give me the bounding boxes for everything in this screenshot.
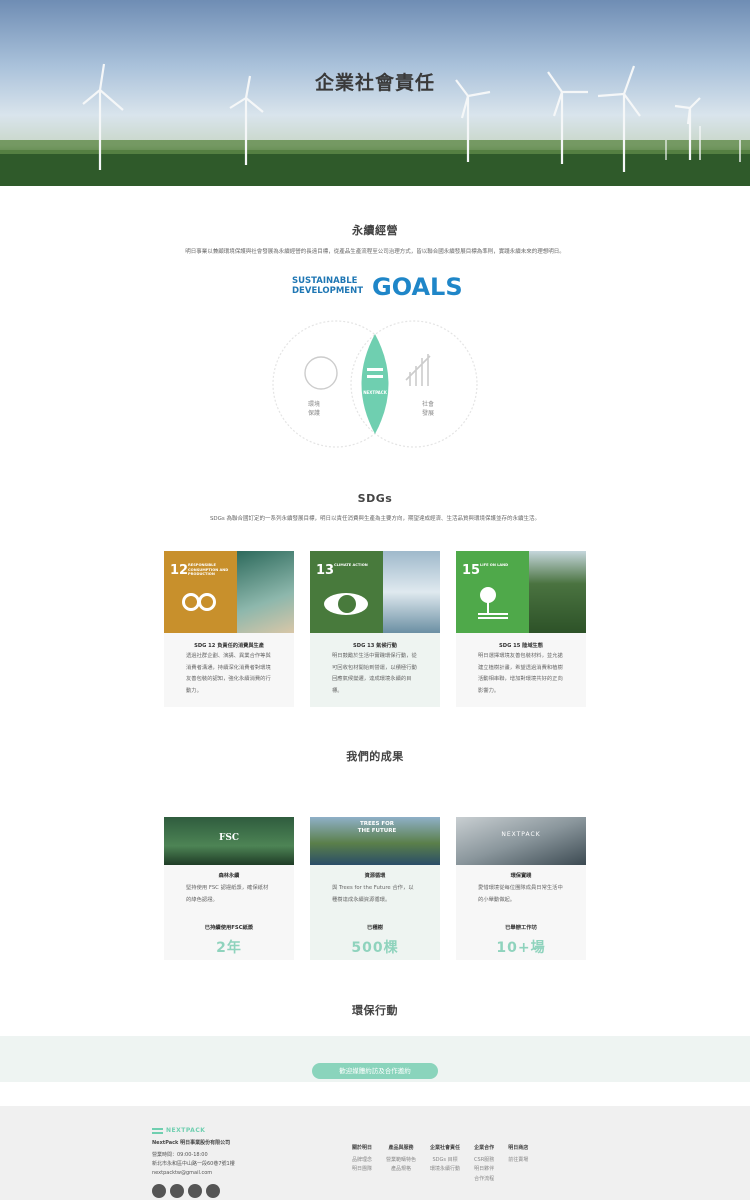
section-title-sustain: 永續經營	[352, 224, 398, 237]
fsc-photo: FSC	[164, 817, 294, 865]
sdg-card[interactable]: 12 Responsible consumption and productio…	[164, 551, 294, 707]
result-card[interactable]: FSC 森林永續 堅持使用 FSC 認證紙漿，確保紙材的綠色認證。 已持續使用F…	[164, 817, 294, 960]
sdg13-tile: 13 Climate action	[310, 551, 383, 633]
result-text: 堅持使用 FSC 認證紙漿，確保紙材的綠色認證。	[186, 885, 269, 903]
results-section: 我們的成果	[0, 748, 750, 764]
result-text: 與 Trees for the Future 合作，以種樹達成永續資源循環。	[332, 885, 414, 903]
result-label: 已持續使用FSC紙漿	[204, 925, 254, 931]
result-title: 資源循環	[364, 873, 386, 879]
card-title: SDG 13 氣候行動	[353, 643, 397, 649]
goals-word: GOALS	[372, 273, 463, 301]
footer-logo[interactable]: NEXTPACK	[152, 1126, 235, 1135]
footer-hours: 營業時間：09:00-18:00	[152, 1152, 208, 1158]
infinity-icon	[182, 593, 218, 611]
result-card[interactable]: NEXTPACK 環保實踐 愛惜環境從每位團隊成員日常生活中的小舉動做起。 已舉…	[456, 817, 586, 960]
action-section: 環保行動	[0, 1002, 750, 1018]
section-desc-sustain: 明日事業以兼顧環境保護與社會發展為永續經營的長遠目標，從產品生產流程至公司治理方…	[185, 249, 565, 255]
sustainability-section: 永續經營 明日事業以兼顧環境保護與社會發展為永續經營的長遠目標，從產品生產流程至…	[0, 222, 750, 255]
footer-nav: 關於明日 品牌理念 明日團隊 產品與服務 營業範疇特色 產品規格 企業社會責任 …	[352, 1144, 528, 1184]
result-label: 已舉辦工作坊	[505, 925, 537, 931]
venn-left-label: 環境 保護	[308, 401, 321, 417]
result-value: 10+場	[496, 940, 546, 956]
fsc-logo-text: FSC	[218, 833, 240, 843]
card-title: SDG 15 陸域生態	[499, 643, 543, 649]
footer-col-partners: 企業合作 CSR服務 明日夥伴 合作流程	[474, 1145, 495, 1182]
sdg-goals-logo: SUSTAINABLE DEVELOPMENT GOALS	[290, 273, 463, 301]
result-value: 2年	[216, 940, 242, 956]
result-text: 愛惜環境從每位團隊成員日常生活中的小舉動做起。	[478, 885, 563, 903]
footer-col-csr: 企業社會責任 SDGs 目標 環境永續行動	[430, 1145, 461, 1172]
card-title: SDG 12 負責任的消費與生產	[194, 643, 264, 649]
page-title: 企業社會責任	[314, 72, 435, 94]
card-text: 明日選擇環境友善包裝材料，並允諾建立植樹計畫，希望透過消費和植樹活動相串聯，增加…	[478, 653, 563, 694]
section-title-action: 環保行動	[352, 1004, 398, 1017]
sdg-cards: 12 Responsible consumption and productio…	[164, 551, 586, 707]
card-text: 明日鼓勵於生活中實踐環保行動，從可回收包材開始到營運，以積極行動回應氣候變遷，達…	[332, 653, 417, 694]
footer-address: 新北市永和區中山路一段60巷7號1樓	[152, 1161, 235, 1167]
result-title: 環保實踐	[510, 873, 532, 879]
venn-diagram: NEXTPACK 環境 保護 社會 發展	[270, 318, 480, 450]
hero-banner: 企業社會責任	[0, 0, 750, 186]
line-icon[interactable]	[188, 1184, 202, 1198]
email-icon[interactable]	[206, 1184, 220, 1198]
facebook-icon[interactable]	[152, 1184, 166, 1198]
result-label: 已種樹	[367, 925, 383, 931]
trees-logo-text: TREES FOR THE FUTURE	[357, 821, 397, 834]
sdgs-section: SDGs SDGs 為聯合國訂定的一系列永續發展目標，明日以責任消費與生產為主要…	[0, 492, 750, 522]
contact-cta-button[interactable]: 歡迎媒體約訪及合作邀約	[312, 1063, 438, 1079]
trees-photo: TREES FOR THE FUTURE	[310, 817, 440, 865]
sdg15-tile: 15 Life on land	[456, 551, 529, 633]
sdg-card[interactable]: 15 Life on land SDG 15 陸域生態 明日選擇環境友善包裝材料…	[456, 551, 586, 707]
footer-company-info: NEXTPACK NextPack 明日事業股份有限公司 營業時間：09:00-…	[152, 1126, 235, 1198]
result-title: 森林永續	[218, 873, 240, 879]
footer-email[interactable]: nextpacktw@gmail.com	[152, 1169, 235, 1178]
sdg12-photo	[237, 551, 294, 633]
nextpack-logo-icon	[152, 1127, 163, 1134]
sdg12-tile: 12 Responsible consumption and productio…	[164, 551, 237, 633]
footer-logo-text: NEXTPACK	[166, 1127, 206, 1134]
goals-line2: DEVELOPMENT	[292, 285, 363, 296]
instagram-icon[interactable]	[170, 1184, 184, 1198]
result-card[interactable]: TREES FOR THE FUTURE 資源循環 與 Trees for th…	[310, 817, 440, 960]
result-value: 500棵	[351, 940, 399, 956]
footer: NEXTPACK NextPack 明日事業股份有限公司 營業時間：09:00-…	[0, 1106, 750, 1200]
nextpack-sign-text: NEXTPACK	[501, 831, 541, 838]
section-title-results: 我們的成果	[346, 750, 404, 763]
card-text: 透過社群企劃、演講、異業合作等與消費者溝通，持續深化消費者對環境友善包裝的認知，…	[186, 653, 271, 694]
social-links	[152, 1184, 235, 1198]
section-title-sdgs: SDGs	[357, 492, 393, 505]
workshop-photo: NEXTPACK	[456, 817, 586, 865]
leaf-icon	[367, 368, 383, 378]
footer-col-about: 關於明日 品牌理念 明日團隊	[352, 1145, 373, 1172]
footer-col-products: 產品與服務 營業範疇特色 產品規格	[386, 1145, 417, 1172]
venn-right-label: 社會 發展	[422, 401, 435, 417]
section-desc-sdgs: SDGs 為聯合國訂定的一系列永續發展目標，明日以責任消費與生產為主要方向，期望…	[209, 516, 541, 522]
sdg15-photo	[529, 551, 586, 633]
sdg-card[interactable]: 13 Climate action SDG 13 氣候行動 明日鼓勵於生活中實踐…	[310, 551, 440, 707]
venn-center-label: NEXTPACK	[363, 390, 387, 395]
footer-col-store: 明日商店 前往賣場	[508, 1145, 529, 1163]
result-cards: FSC 森林永續 堅持使用 FSC 認證紙漿，確保紙材的綠色認證。 已持續使用F…	[164, 817, 586, 960]
footer-company-name: NextPack 明日事業股份有限公司	[152, 1140, 231, 1146]
sdg13-photo	[383, 551, 440, 633]
